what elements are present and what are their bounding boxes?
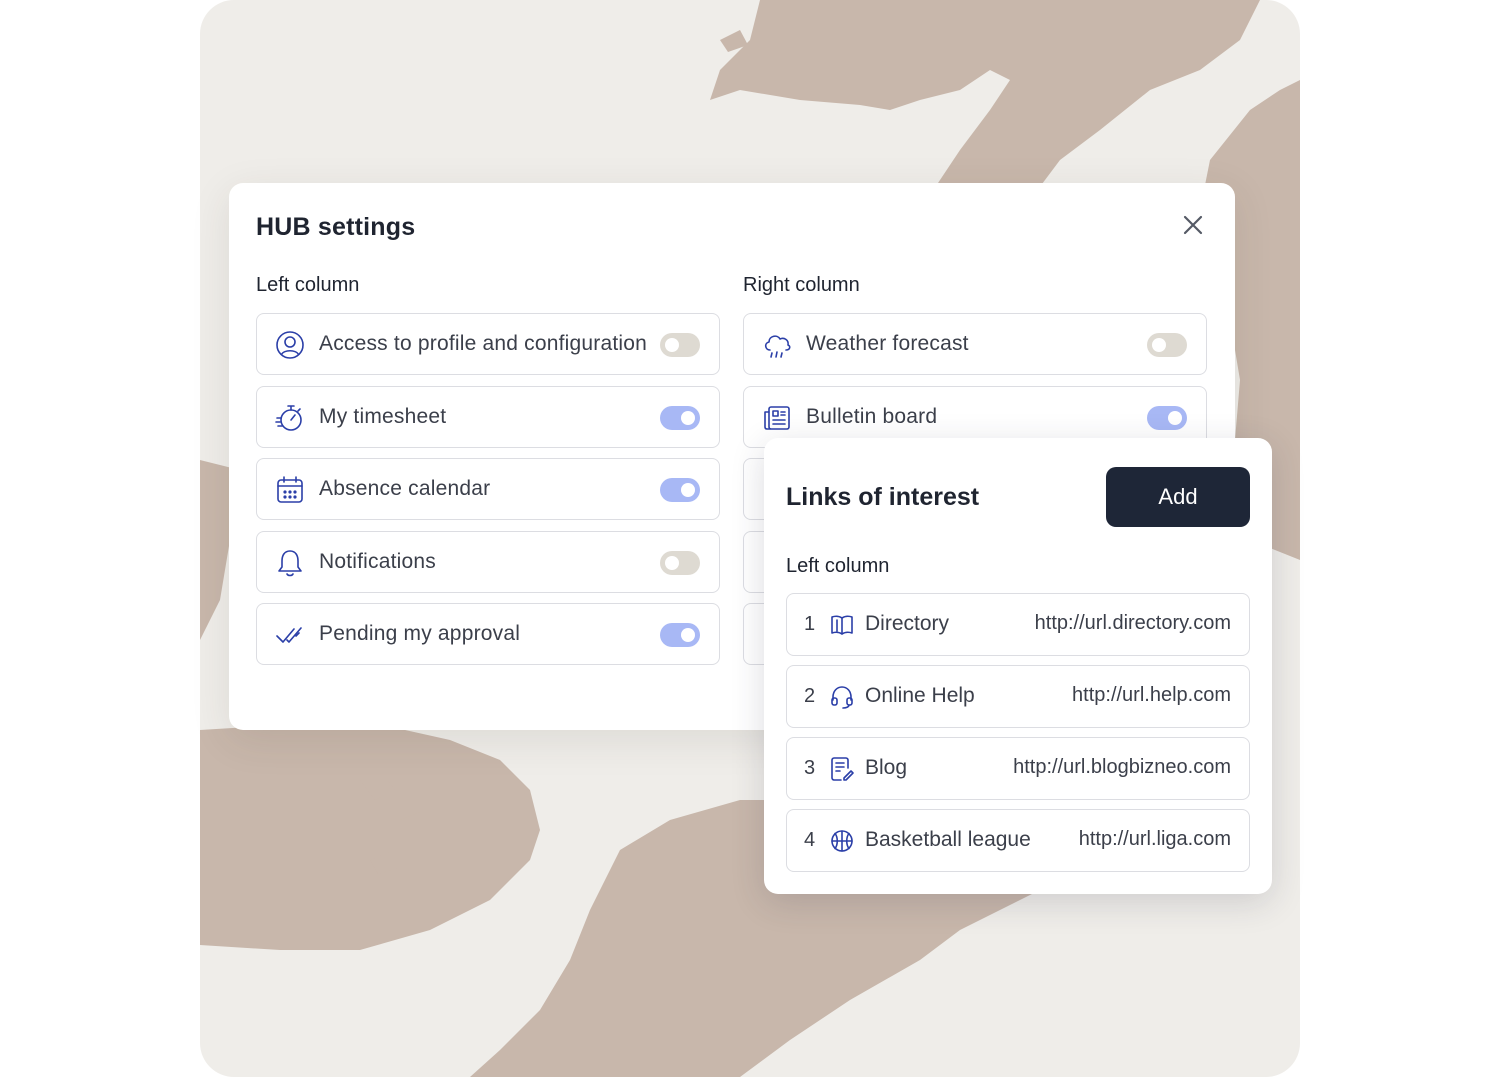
link-number: 1 <box>804 613 816 635</box>
link-url[interactable]: http://url.liga.com <box>1079 828 1231 851</box>
basketball-icon <box>831 830 853 852</box>
toggle-knob <box>1152 338 1166 352</box>
links-panel-title: Links of interest <box>786 483 980 511</box>
links-of-interest-panel: Links of interest Add Left column 1 Dire… <box>764 438 1272 894</box>
link-url[interactable]: http://url.blogbizneo.com <box>1013 756 1231 779</box>
cloud-rain-icon <box>764 335 791 358</box>
setting-pending-approval[interactable]: Pending my approval <box>256 603 720 665</box>
setting-label: Bulletin board <box>806 404 938 428</box>
link-number: 4 <box>804 829 816 851</box>
setting-label: Pending my approval <box>319 622 521 645</box>
setting-toggle[interactable] <box>660 333 700 357</box>
left-column-settings: Access to profile and configuration My t… <box>256 313 720 676</box>
setting-toggle[interactable] <box>1147 333 1187 357</box>
newspaper-icon <box>764 405 790 430</box>
calendar-icon <box>277 476 303 503</box>
link-number: 2 <box>804 685 816 707</box>
close-button[interactable] <box>1179 211 1207 239</box>
setting-weather-forecast[interactable]: Weather forecast <box>743 313 1207 375</box>
setting-notifications[interactable]: Notifications <box>256 530 720 593</box>
modal-title: HUB settings <box>256 213 416 241</box>
setting-label: Access to profile and configuration <box>319 332 648 355</box>
setting-absence-calendar[interactable]: Absence calendar <box>256 458 720 520</box>
toggle-knob <box>681 410 695 425</box>
left-column-label: Left column <box>256 274 360 296</box>
headset-icon <box>831 686 853 709</box>
bell-icon <box>278 549 302 576</box>
book-open-icon <box>831 615 853 635</box>
link-url[interactable]: http://url.directory.com <box>1035 612 1231 635</box>
link-item-directory[interactable]: 1 Directory http://url.directory.com <box>786 593 1250 656</box>
link-name: Directory <box>865 612 950 635</box>
setting-access-profile[interactable]: Access to profile and configuration <box>256 313 720 375</box>
setting-toggle[interactable] <box>660 550 700 575</box>
links-list: 1 Directory http://url.directory.com 2 O… <box>786 593 1250 881</box>
setting-toggle[interactable] <box>660 623 700 647</box>
setting-toggle[interactable] <box>1147 405 1187 430</box>
setting-label: Absence calendar <box>319 477 491 500</box>
setting-label: Weather forecast <box>806 332 969 355</box>
link-name: Online Help <box>865 684 975 707</box>
link-url[interactable]: http://url.help.com <box>1072 684 1231 707</box>
link-name: Basketball league <box>865 828 1031 851</box>
setting-my-timesheet[interactable]: My timesheet <box>256 385 720 448</box>
user-circle-icon <box>276 331 304 359</box>
toggle-knob <box>681 483 695 497</box>
add-link-button[interactable]: Add <box>1106 467 1250 527</box>
toggle-knob <box>665 555 679 570</box>
setting-toggle[interactable] <box>660 405 700 430</box>
link-name: Blog <box>865 756 908 779</box>
setting-label: My timesheet <box>319 404 447 428</box>
note-edit-icon <box>831 757 854 781</box>
toggle-knob <box>665 338 679 352</box>
setting-label: Notifications <box>319 549 436 573</box>
right-column-label: Right column <box>743 274 860 296</box>
links-column-label: Left column <box>786 555 890 577</box>
link-item-basketball-league[interactable]: 4 Basketball league http://url.liga.com <box>786 809 1250 872</box>
close-icon[interactable] <box>1179 211 1207 239</box>
setting-toggle[interactable] <box>660 478 700 502</box>
toggle-knob <box>681 628 695 642</box>
toggle-knob <box>1168 410 1182 425</box>
link-number: 3 <box>804 757 816 779</box>
link-item-online-help[interactable]: 2 Online Help http://url.help.com <box>786 665 1250 728</box>
link-item-blog[interactable]: 3 Blog http://url.blogbizneo.com <box>786 737 1250 800</box>
stopwatch-icon <box>275 404 302 431</box>
double-check-icon <box>276 627 302 643</box>
